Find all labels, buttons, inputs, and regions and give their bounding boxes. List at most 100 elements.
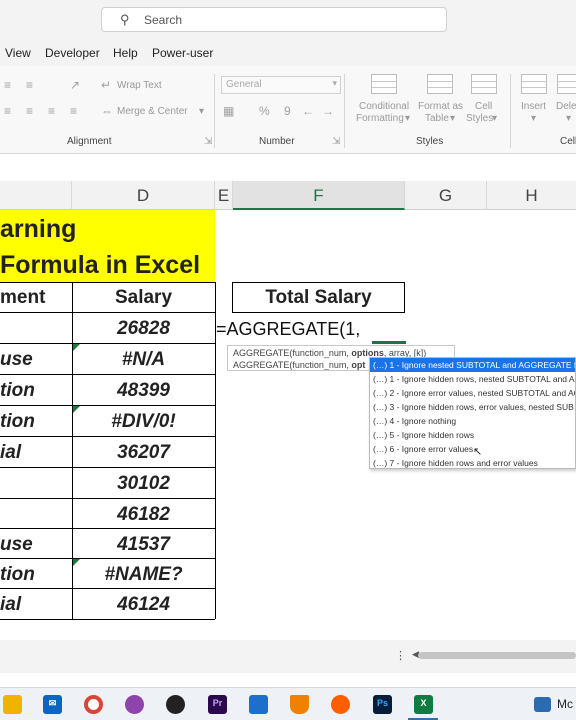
row-3-department[interactable]: tion [0,380,35,402]
accounting-format-icon[interactable]: ▦ [223,104,234,118]
row-6-salary[interactable]: 30102 [72,473,215,495]
merge-dropdown-icon[interactable]: ▾ [199,106,204,117]
obs-icon[interactable] [166,695,185,714]
calendar-icon[interactable] [534,697,551,712]
cell-formula-editor[interactable]: =AGGREGATE(1, [216,319,360,340]
increase-decimal-icon[interactable]: ← [302,104,314,118]
percent-icon[interactable]: % [259,104,270,118]
cell-styles-label-2[interactable]: Styles [466,113,493,124]
autocomplete-item[interactable]: (…) 5 - Ignore hidden rows [370,428,575,442]
row-2-salary[interactable]: #N/A [72,349,215,371]
align-center-icon[interactable]: ≡ [26,104,33,118]
cell-styles-label-1[interactable]: Cell [475,101,492,112]
chevron-down-icon[interactable]: ▾ [405,113,410,124]
merge-center-label[interactable]: Merge & Center [117,106,188,117]
row-1-salary[interactable]: 26828 [72,318,215,340]
insert-cells-icon[interactable] [521,74,547,94]
chrome-icon[interactable] [84,695,103,714]
settings-icon[interactable] [125,695,144,714]
wrap-text-label[interactable]: Wrap Text [117,80,162,91]
firefox-icon[interactable] [331,695,350,714]
autocomplete-item[interactable]: (…) 1 - Ignore hidden rows, nested SUBTO… [370,372,575,386]
insert-label[interactable]: Insert [521,101,546,112]
comma-style-icon[interactable]: 9 [284,104,291,118]
row-4-department[interactable]: tion [0,411,35,433]
row-5-salary[interactable]: 36207 [72,442,215,464]
autocomplete-item[interactable]: (…) 1 - Ignore nested SUBTOTAL and AGGRE… [370,358,575,372]
tab-view[interactable]: View [5,46,31,60]
chevron-down-icon[interactable]: ▾ [492,113,497,124]
row-8-salary[interactable]: 41537 [72,534,215,556]
row-2-department[interactable]: use [0,349,33,371]
mail-icon[interactable]: ✉ [43,695,62,714]
row-3-salary[interactable]: 48399 [72,380,215,402]
row-5-department[interactable]: ial [0,442,21,464]
delete-cells-icon[interactable] [557,74,576,94]
align-right-icon[interactable]: ≡ [48,104,55,118]
orientation-icon[interactable]: ↗ [70,78,80,92]
ribbon: ≡ ≡ ≡ ≡ ≡ ≡ ↗ ↵ Wrap Text ⇔ Merge & Cent… [0,66,576,154]
active-cell-border [372,341,406,344]
column-headers: D E F G H [0,181,576,210]
taskbar-right-label: Mc [557,697,573,711]
wrap-text-icon[interactable]: ↵ [101,78,111,92]
tooltip-line2-bold: opt [351,360,366,370]
column-header-e[interactable]: E [215,181,233,210]
format-as-table-icon[interactable] [427,74,453,94]
row-10-department[interactable]: ial [0,594,21,616]
conditional-label-2[interactable]: Formatting [356,113,404,124]
premiere-icon[interactable]: Pr [208,695,227,714]
table-border [0,498,215,499]
row-8-department[interactable]: use [0,534,33,556]
file-explorer-icon[interactable] [3,695,22,714]
align-middle-icon[interactable]: ≡ [26,78,33,92]
column-header-c[interactable] [0,181,72,210]
column-header-h[interactable]: H [487,181,576,210]
ribbon-tabs: View Developer Help Power-user [0,40,576,66]
chevron-down-icon: ▾ [332,78,337,88]
app-icon[interactable] [249,695,268,714]
alignment-launcher-icon[interactable]: ⇲ [204,136,212,147]
vlc-icon[interactable] [290,695,309,714]
mouse-cursor-icon: ↖ [473,446,483,458]
merge-center-icon[interactable]: ⇔ [101,104,113,118]
title-line-2: Formula in Excel [0,251,201,279]
excel-icon[interactable]: X [414,695,433,714]
tab-help[interactable]: Help [113,46,138,60]
chevron-down-icon[interactable]: ▾ [531,113,536,124]
conditional-label-1[interactable]: Conditional [359,101,409,112]
title-line-1: arning [0,215,77,243]
chevron-down-icon[interactable]: ▾ [450,113,455,124]
tab-developer[interactable]: Developer [45,46,100,60]
row-9-salary[interactable]: #NAME? [72,564,215,586]
tab-power-user[interactable]: Power-user [152,46,213,60]
table-border [0,528,215,529]
align-left-icon[interactable]: ≡ [4,104,11,118]
column-header-g[interactable]: G [405,181,487,210]
number-format-select[interactable]: General ▾ [221,76,341,94]
row-10-salary[interactable]: 46124 [72,594,215,616]
column-header-f[interactable]: F [233,181,405,210]
chevron-down-icon[interactable]: ▾ [566,113,571,124]
row-4-salary[interactable]: #DIV/0! [72,411,215,433]
conditional-formatting-icon[interactable] [371,74,397,94]
decrease-decimal-icon[interactable]: → [322,104,334,118]
row-7-salary[interactable]: 46182 [72,504,215,526]
number-launcher-icon[interactable]: ⇲ [332,136,340,147]
autocomplete-item[interactable]: (…) 3 - Ignore hidden rows, error values… [370,400,575,414]
row-9-department[interactable]: tion [0,564,35,586]
autocomplete-item[interactable]: (…) 4 - Ignore nothing [370,414,575,428]
format-as-label-1[interactable]: Format as [418,101,463,112]
search-box[interactable]: ⚲ Search [101,7,447,32]
horizontal-scrollbar[interactable] [418,652,576,659]
column-header-d[interactable]: D [72,181,215,210]
photoshop-icon[interactable]: Ps [373,695,392,714]
more-options-icon[interactable]: ⋮ [395,649,406,662]
format-as-label-2[interactable]: Table [425,113,449,124]
header-salary: Salary [114,287,173,308]
align-top-icon[interactable]: ≡ [4,78,11,92]
autocomplete-item[interactable]: (…) 2 - Ignore error values, nested SUBT… [370,386,575,400]
delete-label[interactable]: Dele [556,101,576,112]
indent-icon[interactable]: ≡ [70,104,77,118]
cell-styles-icon[interactable] [471,74,497,94]
